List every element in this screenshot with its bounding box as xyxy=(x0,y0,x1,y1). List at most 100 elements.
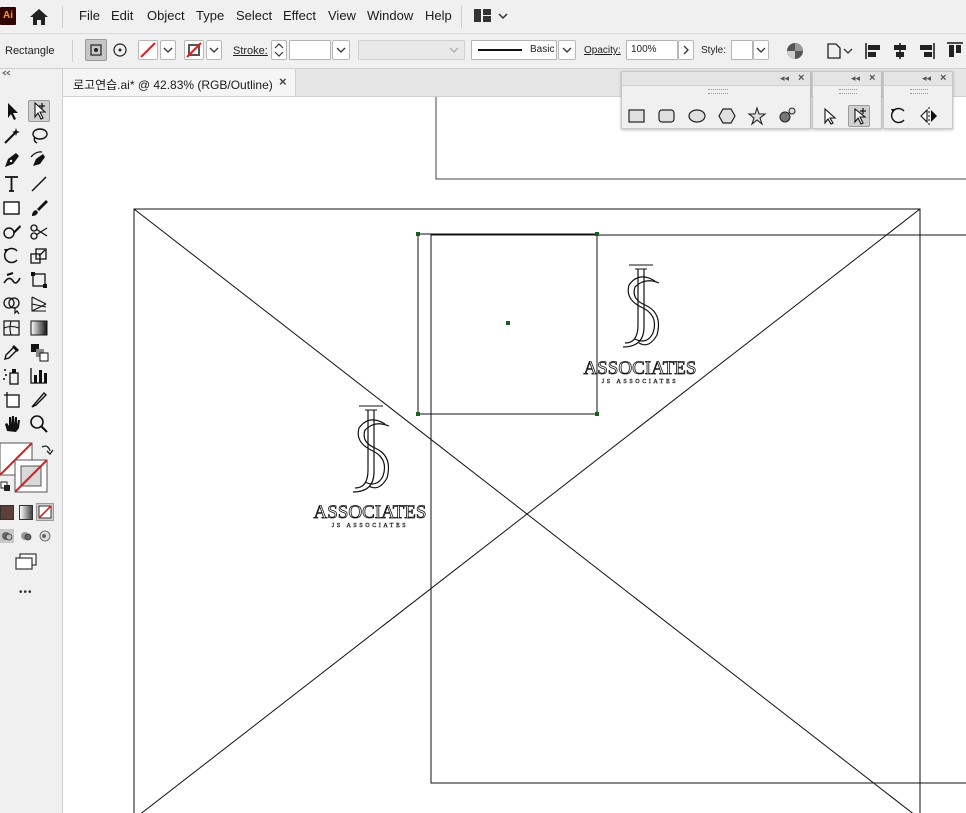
panel-grip[interactable] xyxy=(910,89,928,94)
panel-header[interactable]: ◂◂ × xyxy=(622,72,810,86)
collapse-icon[interactable]: ◂◂ xyxy=(851,73,860,83)
graphic-style-swatch[interactable] xyxy=(731,40,753,60)
star-tool[interactable] xyxy=(746,105,768,127)
close-tab-icon[interactable]: × xyxy=(279,74,287,89)
variable-width-profile[interactable] xyxy=(358,40,465,60)
stroke-weight-input[interactable] xyxy=(289,40,331,60)
column-graph-tool[interactable] xyxy=(28,365,50,387)
gradient-tool[interactable] xyxy=(28,317,50,339)
panel-collapse-icon[interactable] xyxy=(2,70,60,76)
align-left-icon[interactable] xyxy=(864,41,882,61)
artboard-tool[interactable] xyxy=(1,389,23,411)
no-color-icon xyxy=(38,505,52,519)
zoom-tool[interactable] xyxy=(28,413,50,435)
close-icon[interactable]: × xyxy=(798,73,804,84)
document-tab[interactable]: 로고연습.ai* @ 42.83% (RGB/Outline) × xyxy=(63,69,296,96)
stroke-label[interactable]: Stroke: xyxy=(233,45,268,57)
eyedropper-tool[interactable] xyxy=(1,341,23,363)
align-horizontal-center-icon[interactable] xyxy=(891,41,909,61)
brush-definition[interactable]: Basic xyxy=(471,40,557,60)
fill-dropdown[interactable] xyxy=(160,40,176,60)
direct-selection-tool[interactable] xyxy=(28,100,50,122)
opacity-label[interactable]: Opacity: xyxy=(584,45,621,56)
rectangle-shape-tool[interactable] xyxy=(626,105,648,127)
opacity-input[interactable]: 100% xyxy=(626,40,678,60)
menu-effect[interactable]: Effect xyxy=(283,8,316,23)
perspective-grid-tool[interactable] xyxy=(28,293,50,315)
align-to-artboard-button[interactable] xyxy=(85,39,107,61)
panel-grip[interactable] xyxy=(708,89,728,94)
draw-normal-icon[interactable] xyxy=(0,529,14,543)
align-right-icon[interactable] xyxy=(918,41,936,61)
stroke-dropdown[interactable] xyxy=(206,40,222,60)
screen-mode-icon[interactable] xyxy=(14,553,38,571)
line-tool[interactable] xyxy=(28,173,50,195)
menu-window[interactable]: Window xyxy=(367,8,413,23)
rectangle-tool[interactable] xyxy=(1,197,23,219)
panel-direct-selection-tool[interactable] xyxy=(848,105,870,127)
home-icon[interactable] xyxy=(28,7,50,27)
panel-grip[interactable] xyxy=(839,89,857,94)
none-button[interactable] xyxy=(36,503,54,521)
document-setup-icon[interactable] xyxy=(826,42,854,60)
panel-reflect-tool[interactable] xyxy=(918,105,940,127)
scale-tool[interactable] xyxy=(28,245,50,267)
panel-selection-tool[interactable] xyxy=(818,105,840,127)
shape-builder-tool[interactable] xyxy=(1,293,23,315)
slice-tool[interactable] xyxy=(28,389,50,411)
menu-view[interactable]: View xyxy=(328,8,356,23)
symbol-sprayer-tool[interactable] xyxy=(1,365,23,387)
hand-tool[interactable] xyxy=(1,413,23,435)
opacity-slider-button[interactable] xyxy=(678,40,694,60)
stroke-weight-stepper[interactable] xyxy=(271,40,287,60)
menu-object[interactable]: Object xyxy=(147,8,185,23)
type-tool[interactable] xyxy=(1,173,23,195)
fill-stroke-widget[interactable] xyxy=(0,442,60,498)
selection-tool[interactable] xyxy=(1,100,23,122)
menu-select[interactable]: Select xyxy=(236,8,272,23)
ellipse-tool[interactable] xyxy=(686,105,708,127)
panel-header[interactable]: ◂◂ × xyxy=(884,72,952,86)
gradient-button[interactable] xyxy=(19,505,33,520)
pen-tool[interactable] xyxy=(1,149,23,171)
polygon-tool[interactable] xyxy=(716,105,738,127)
lasso-tool[interactable] xyxy=(28,125,50,147)
warp-tool[interactable] xyxy=(1,269,23,291)
scissors-tool[interactable] xyxy=(28,221,50,243)
blend-tool[interactable] xyxy=(28,341,50,363)
close-icon[interactable]: × xyxy=(869,73,875,84)
canvas-artwork[interactable]: ASSOCIATES JS ASSOCIATES ASSOCIATES JS A… xyxy=(63,97,966,813)
workspace-switcher-icon[interactable] xyxy=(473,8,509,24)
flare-tool[interactable] xyxy=(776,105,798,127)
shaper-tool[interactable] xyxy=(1,221,23,243)
draw-inside-icon[interactable] xyxy=(38,529,52,543)
paintbrush-tool[interactable] xyxy=(28,197,50,219)
mesh-tool[interactable] xyxy=(1,317,23,339)
align-top-icon[interactable] xyxy=(945,41,963,61)
draw-behind-icon[interactable] xyxy=(19,529,33,543)
rotate-tool[interactable] xyxy=(1,245,23,267)
menu-type[interactable]: Type xyxy=(196,8,224,23)
free-transform-tool[interactable] xyxy=(28,269,50,291)
artboard-canvas[interactable]: ASSOCIATES JS ASSOCIATES ASSOCIATES JS A… xyxy=(63,97,966,813)
menu-file[interactable]: File xyxy=(79,8,100,23)
recolor-artwork-icon[interactable] xyxy=(786,42,804,60)
menu-edit[interactable]: Edit xyxy=(111,8,133,23)
curvature-tool[interactable] xyxy=(28,149,50,171)
stroke-swatch[interactable] xyxy=(184,40,204,60)
menu-help[interactable]: Help xyxy=(425,8,452,23)
brush-dropdown[interactable] xyxy=(558,40,576,60)
collapse-icon[interactable]: ◂◂ xyxy=(780,73,789,83)
rounded-rectangle-tool[interactable] xyxy=(656,105,678,127)
edit-toolbar-more[interactable]: ••• xyxy=(19,587,33,598)
color-button[interactable] xyxy=(0,505,14,520)
recolor-button[interactable] xyxy=(110,39,132,61)
stroke-weight-dropdown[interactable] xyxy=(332,40,350,60)
style-dropdown[interactable] xyxy=(753,40,769,60)
collapse-icon[interactable]: ◂◂ xyxy=(922,73,931,83)
close-icon[interactable]: × xyxy=(940,73,946,84)
panel-header[interactable]: ◂◂ × xyxy=(813,72,881,86)
fill-swatch[interactable] xyxy=(138,40,158,60)
magic-wand-tool[interactable] xyxy=(1,125,23,147)
panel-rotate-tool[interactable] xyxy=(888,105,910,127)
